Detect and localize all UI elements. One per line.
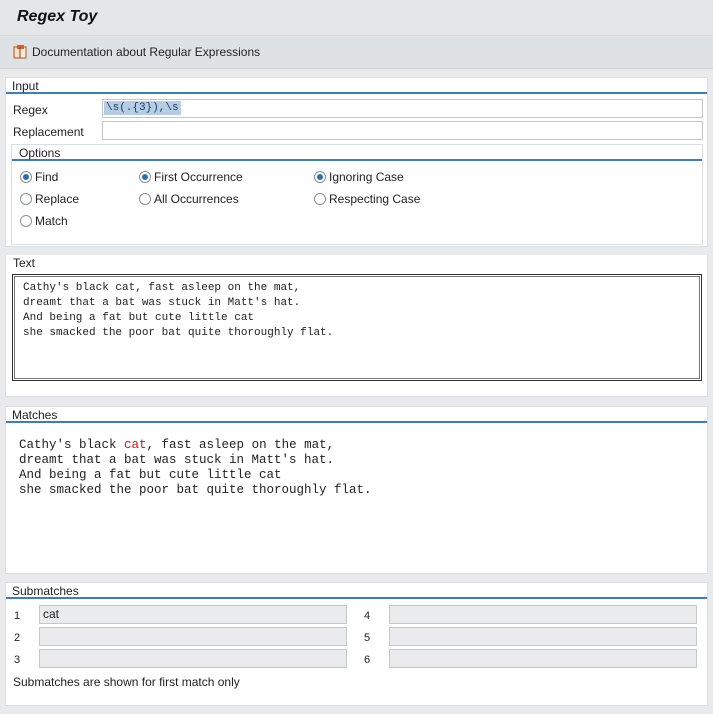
submatches-title: Submatches [12, 584, 79, 598]
match-highlight: cat [124, 438, 147, 452]
radio-first-occurrence-label: First Occurrence [154, 170, 243, 184]
radio-find-indicator [20, 171, 32, 183]
text-panel: Text Cathy's black cat, fast asleep on t… [5, 255, 708, 397]
title-bar: Regex Toy [0, 0, 713, 36]
text-line: Cathy's black cat, fast asleep on the ma… [23, 282, 301, 294]
submatch-field[interactable] [389, 649, 697, 668]
radio-replace-indicator [20, 193, 32, 205]
radio-match[interactable]: Match [20, 214, 68, 228]
submatches-note: Submatches are shown for first match onl… [13, 675, 240, 689]
match-line: And being a fat but cute little cat [19, 468, 282, 482]
submatch-field[interactable] [389, 627, 697, 646]
radio-replace-label: Replace [35, 192, 80, 206]
radio-ignoring-case-indicator [314, 171, 326, 183]
submatches-panel: Submatches 1 cat 2 3 4 5 6 Submatches ar… [5, 582, 708, 706]
window-title: Regex Toy [17, 8, 98, 25]
radio-respecting-case-label: Respecting Case [329, 192, 421, 206]
replacement-input[interactable] [102, 121, 703, 140]
text-line: dreamt that a bat was stuck in Matt's ha… [23, 297, 301, 309]
submatch-number: 1 [14, 610, 21, 622]
text-input-content: Cathy's black cat, fast asleep on the ma… [23, 281, 696, 341]
text-line: And being a fat but cute little cat [23, 312, 255, 324]
options-group: Options Find Replace Match First Occurre… [11, 144, 703, 245]
input-panel: Input Regex \s(.{3}),\s Replacement Opti… [5, 77, 708, 247]
match-line: dreamt that a bat was stuck in Matt's ha… [19, 453, 335, 467]
submatch-number: 2 [14, 632, 21, 644]
submatch-field[interactable] [39, 649, 347, 668]
radio-all-occurrences[interactable]: All Occurrences [139, 192, 239, 206]
text-line: she smacked the poor bat quite thoroughl… [23, 327, 334, 339]
radio-match-indicator [20, 215, 32, 227]
match-suffix: , fast asleep on the mat, [146, 438, 335, 452]
match-prefix: Cathy's black [19, 438, 125, 452]
radio-first-occurrence-indicator [139, 171, 151, 183]
matches-title: Matches [12, 408, 58, 422]
radio-match-label: Match [35, 214, 68, 228]
options-title: Options [19, 146, 61, 160]
radio-all-occurrences-label: All Occurrences [154, 192, 239, 206]
radio-respecting-case[interactable]: Respecting Case [314, 192, 420, 206]
matches-output: Cathy's black cat, fast asleep on the ma… [19, 438, 372, 498]
submatch-number: 6 [364, 654, 371, 666]
input-section-header: Input [6, 78, 707, 94]
matches-panel: Matches Cathy's black cat, fast asleep o… [5, 406, 708, 574]
submatch-number: 5 [364, 632, 371, 644]
radio-replace[interactable]: Replace [20, 192, 79, 206]
text-section-title: Text [13, 256, 36, 270]
documentation-link-label: Documentation about Regular Expressions [32, 45, 261, 59]
regex-label: Regex [13, 103, 48, 117]
radio-find-label: Find [35, 170, 59, 184]
regex-input[interactable]: \s(.{3}),\s [102, 99, 703, 118]
submatch-number: 4 [364, 610, 371, 622]
regex-value: \s(.{3}),\s [104, 101, 181, 115]
input-section-title: Input [12, 79, 39, 93]
matches-header: Matches [6, 407, 707, 423]
submatch-field[interactable] [39, 627, 347, 646]
documentation-link[interactable]: Documentation about Regular Expressions [12, 44, 260, 60]
toolbar: Documentation about Regular Expressions [0, 37, 713, 69]
radio-find[interactable]: Find [20, 170, 58, 184]
text-input[interactable]: Cathy's black cat, fast asleep on the ma… [12, 274, 702, 381]
radio-all-occurrences-indicator [139, 193, 151, 205]
radio-first-occurrence[interactable]: First Occurrence [139, 170, 243, 184]
match-line: Cathy's black cat, fast asleep on the ma… [19, 438, 372, 453]
submatches-header: Submatches [6, 583, 707, 599]
radio-respecting-case-indicator [314, 193, 326, 205]
book-icon [13, 45, 27, 59]
options-header: Options [12, 145, 702, 161]
radio-ignoring-case[interactable]: Ignoring Case [314, 170, 404, 184]
replacement-label: Replacement [13, 125, 84, 139]
submatch-field[interactable]: cat [39, 605, 347, 624]
submatch-field[interactable] [389, 605, 697, 624]
submatch-number: 3 [14, 654, 21, 666]
match-line: she smacked the poor bat quite thoroughl… [19, 483, 372, 497]
radio-ignoring-case-label: Ignoring Case [329, 170, 404, 184]
